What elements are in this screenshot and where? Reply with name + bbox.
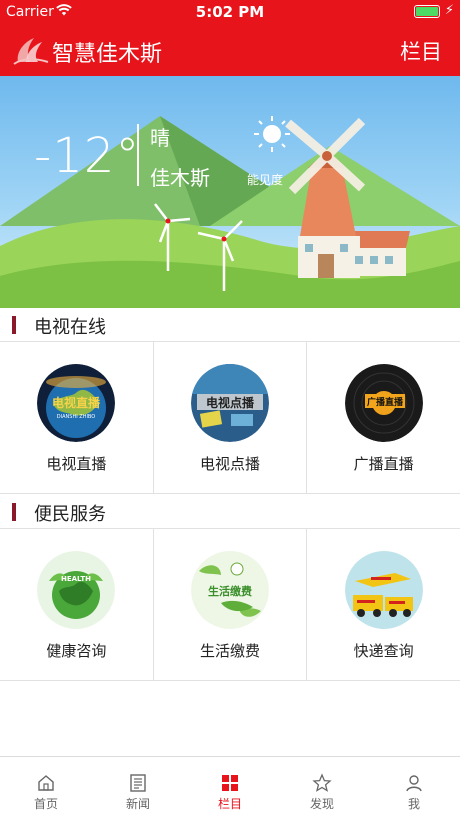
tab-label: 栏目 [217,797,242,811]
tab-columns[interactable]: 栏目 [184,757,276,818]
bottom-tab-bar: 首页 新闻 栏目 发现 我 [0,756,460,818]
tab-home[interactable]: 首页 [0,757,92,818]
status-bar: Carrier 5:02 PM ⚡ [0,0,460,24]
tv-online-grid: 电视直播 DIANSHI ZHIBO 电视直播 电视点播 电视点播 广播直播 广… [0,341,460,494]
home-icon [38,775,54,791]
grid-icon [222,775,238,791]
tab-me[interactable]: 我 [368,757,460,818]
express-delivery-thumbnail [344,551,423,629]
tv-vod-item[interactable]: 电视点播 电视点播 [154,342,308,493]
tab-label: 新闻 [125,797,150,811]
globe-tv-thumbnail: 电视直播 DIANSHI ZHIBO [37,364,116,442]
column-menu-button[interactable]: 栏目 [400,36,442,66]
radio-live-item[interactable]: 广播直播 广播直播 [307,342,460,493]
tv-live-item[interactable]: 电视直播 DIANSHI ZHIBO 电视直播 [0,342,154,493]
app-title: 智慧佳木斯 [52,42,163,67]
section-title: 便民服务 [34,504,106,525]
tab-label: 我 [407,797,420,811]
temperature-value: -12° [34,128,141,184]
discover-icon [312,773,332,792]
tab-label: 发现 [309,797,334,811]
svg-text:电视直播: 电视直播 [52,395,101,410]
svg-text:电视点播: 电视点播 [206,395,255,410]
svg-text:广播直播: 广播直播 [367,396,404,408]
weather-divider [137,124,139,186]
convenience-services-grid: HEALTH 健康咨询 生活缴费 生活缴费 快递查询 [0,528,460,681]
tv-vod-thumbnail: 电视点播 [191,364,269,442]
weather-condition: 晴 [150,126,170,150]
section-header-tv-online: 电视在线 [0,308,460,342]
navbar: 智慧佳木斯 栏目 [0,24,460,76]
section-accent-bar [12,316,16,334]
health-consult-item[interactable]: HEALTH 健康咨询 [0,529,154,680]
express-query-label: 快递查询 [353,642,414,660]
section-title: 电视在线 [34,317,106,338]
news-icon [130,774,146,792]
section-accent-bar [12,503,16,521]
tab-news[interactable]: 新闻 [92,757,184,818]
radio-live-label: 广播直播 [353,455,414,473]
landscape-illustration [0,116,460,308]
svg-text:HEALTH: HEALTH [61,575,91,583]
express-query-item[interactable]: 快递查询 [307,529,460,680]
vinyl-record-thumbnail: 广播直播 [344,364,423,442]
svg-text:DIANSHI ZHIBO: DIANSHI ZHIBO [57,414,95,420]
svg-text:生活缴费: 生活缴费 [208,584,252,598]
user-icon [406,775,422,792]
bill-payment-label: 生活缴费 [200,642,261,660]
bill-payment-item[interactable]: 生活缴费 生活缴费 [154,529,308,680]
clock: 5:02 PM [195,3,265,21]
section-header-convenience-services: 便民服务 [0,495,460,529]
weather-city: 佳木斯 [150,166,210,190]
battery-icon [414,5,440,18]
visibility-label: 能见度 [247,173,284,187]
app-logo-icon [12,32,50,68]
weather-banner[interactable]: -12° 晴 佳木斯 能见度 [0,76,460,308]
tab-label: 首页 [33,797,58,811]
bill-payment-thumbnail: 生活缴费 [191,551,269,629]
health-consult-label: 健康咨询 [46,642,107,660]
tv-vod-label: 电视点播 [200,455,261,473]
tab-discover[interactable]: 发现 [276,757,368,818]
tv-live-label: 电视直播 [46,455,107,473]
health-globe-thumbnail: HEALTH [37,551,116,629]
charging-icon: ⚡ [444,3,454,18]
